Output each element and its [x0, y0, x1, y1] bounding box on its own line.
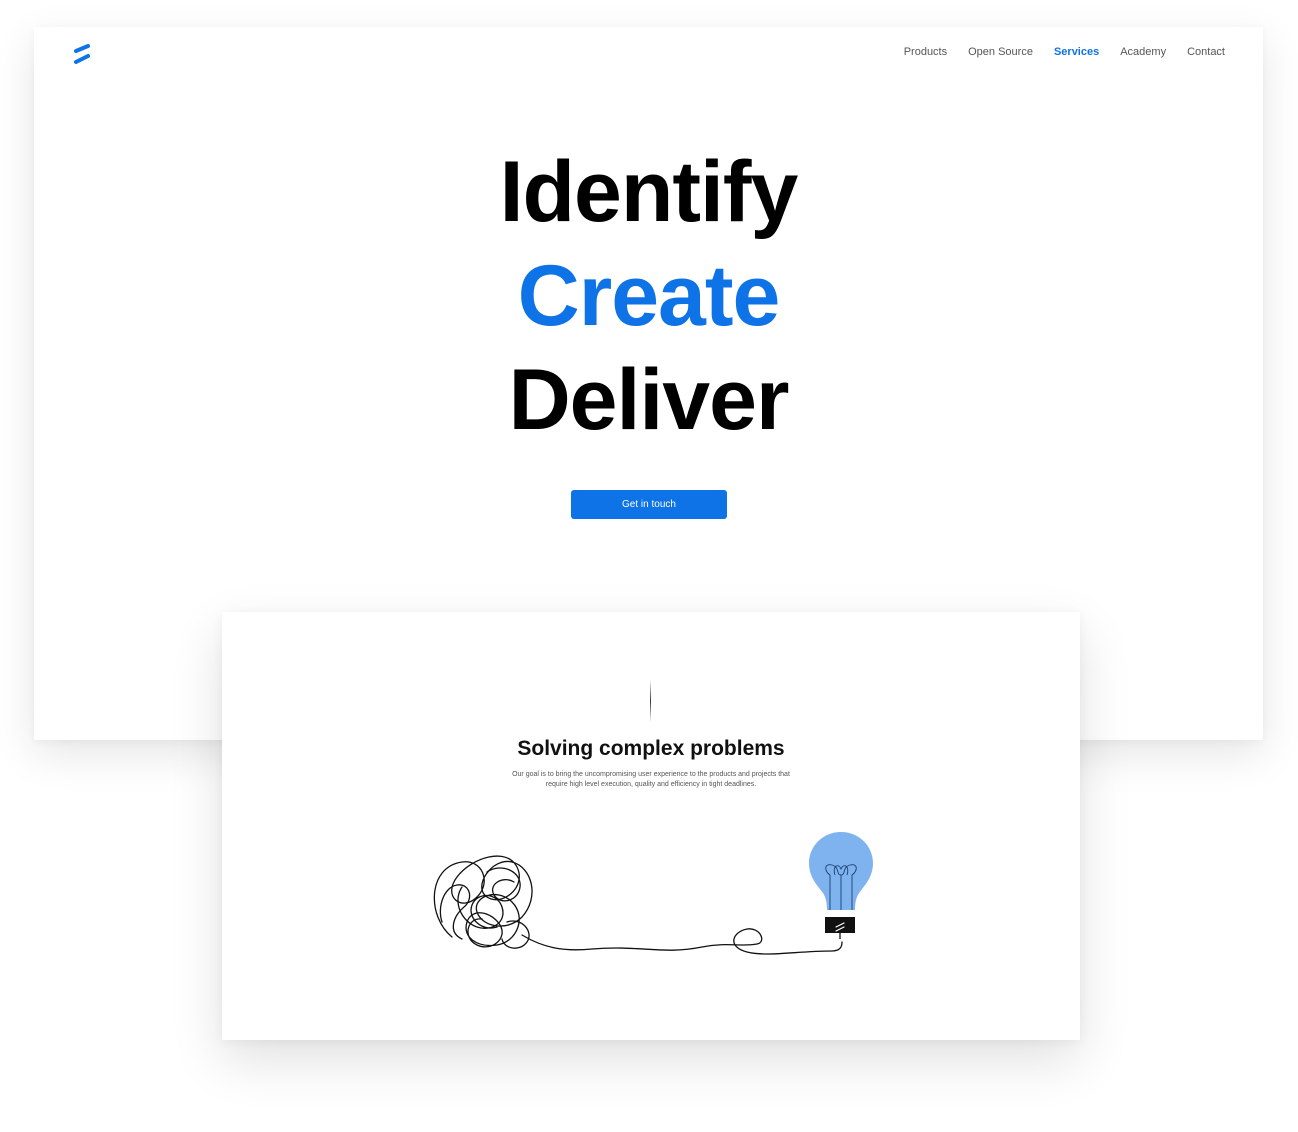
- hero-word-identify: Identify: [499, 144, 799, 240]
- hero-headline: Identify Create Deliver: [34, 140, 1263, 452]
- get-in-touch-button[interactable]: Get in touch: [571, 490, 727, 519]
- section-title: Solving complex problems: [517, 737, 785, 760]
- nav-item-products[interactable]: Products: [904, 46, 947, 58]
- mockup-stage: Products Open Source Services Academy Co…: [0, 0, 1298, 1132]
- brand-logo-icon[interactable]: [71, 43, 93, 65]
- hero-word-create: Create: [517, 248, 781, 344]
- vertical-divider: [650, 680, 651, 722]
- nav-item-academy[interactable]: Academy: [1120, 46, 1166, 58]
- problems-section-card: Solving complex problems Our goal is to …: [222, 612, 1080, 1040]
- tangled-line-to-lightbulb-illustration: [433, 832, 873, 955]
- nav-item-contact[interactable]: Contact: [1187, 46, 1225, 58]
- nav-item-open-source[interactable]: Open Source: [968, 46, 1033, 58]
- hero-word-deliver: Deliver: [508, 352, 790, 448]
- main-nav: Products Open Source Services Academy Co…: [904, 46, 1225, 58]
- section-description: Our goal is to bring the uncompromising …: [512, 771, 790, 788]
- lightbulb-icon: [809, 832, 873, 939]
- nav-item-services[interactable]: Services: [1054, 46, 1099, 58]
